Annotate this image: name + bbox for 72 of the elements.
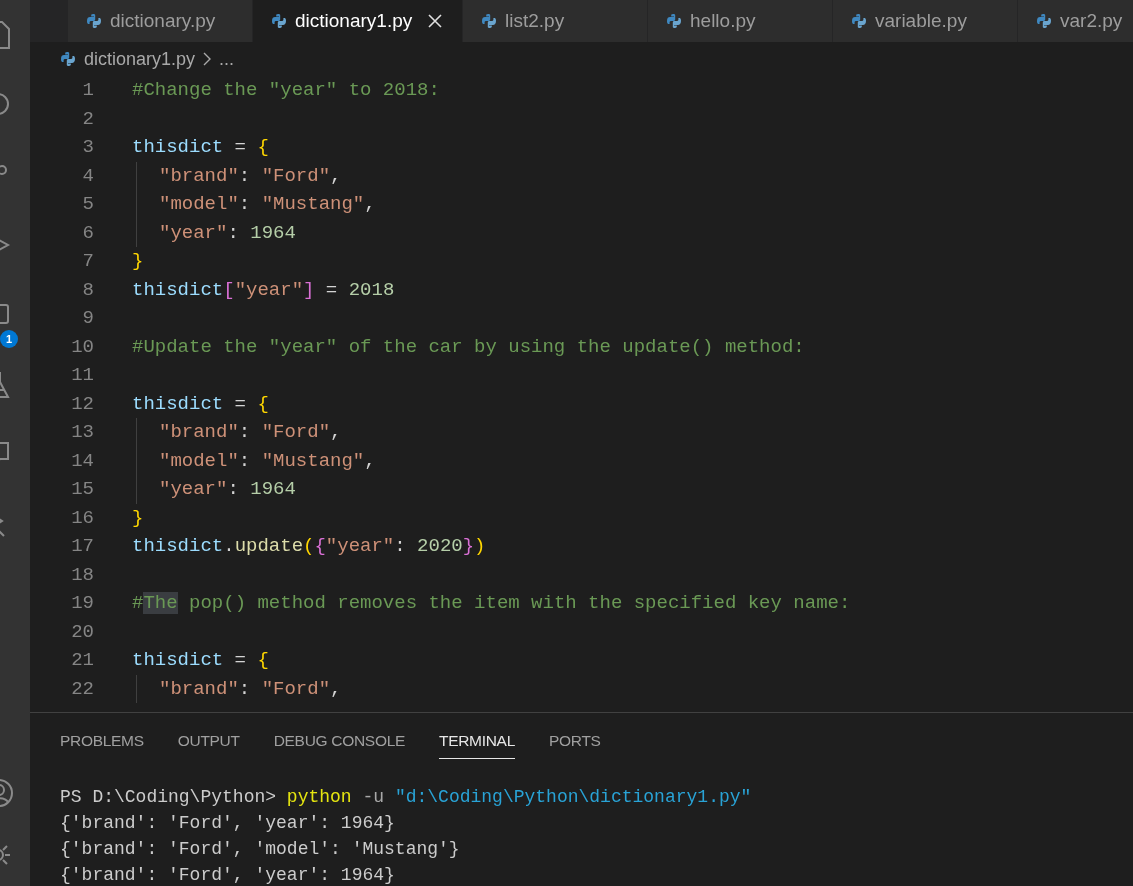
line-number: 12 xyxy=(70,391,94,417)
editor-tab[interactable]: dictionary.py xyxy=(68,0,253,42)
line-number: 10 xyxy=(70,334,94,360)
code-line: } xyxy=(132,505,144,531)
line-number: 2 xyxy=(81,106,94,132)
python-icon xyxy=(60,51,76,67)
code-line: "year": 1964 xyxy=(159,220,296,246)
panel-tab[interactable]: PORTS xyxy=(549,722,601,760)
notification-badge: 1 xyxy=(0,330,18,348)
code-line: "brand": "Ford", xyxy=(159,420,342,445)
line-number: 21 xyxy=(70,648,94,673)
python-icon xyxy=(481,13,497,29)
line-number: 18 xyxy=(70,562,94,588)
python-icon xyxy=(851,13,867,29)
python-icon xyxy=(271,13,287,29)
editor-tab[interactable]: dictionary1.py xyxy=(253,0,463,42)
editor-tab[interactable]: hello.py xyxy=(648,0,833,42)
tab-label: dictionary.py xyxy=(110,8,216,33)
line-number: 4 xyxy=(81,163,94,189)
code-line: thisdict = { xyxy=(132,391,269,417)
line-number: 17 xyxy=(70,534,94,559)
code-line: "model": "Mustang", xyxy=(159,192,376,217)
code-line: } xyxy=(132,249,144,274)
code-line: #Update the "year" of the car by using the update() method: xyxy=(132,334,805,360)
editor-tab[interactable]: list2.py xyxy=(463,0,648,42)
chevron-right-icon xyxy=(203,52,212,66)
line-number: 20 xyxy=(70,619,94,645)
line-number: 13 xyxy=(70,420,94,445)
python-icon xyxy=(1036,13,1052,29)
line-number: 1 xyxy=(81,78,94,103)
tab-label: dictionary1.py xyxy=(295,8,413,33)
line-number: 6 xyxy=(81,220,94,246)
code-line: thisdict = { xyxy=(132,648,269,673)
line-number: 3 xyxy=(81,135,94,160)
panel-tab[interactable]: DEBUG CONSOLE xyxy=(273,722,405,760)
python-icon xyxy=(666,13,682,29)
tab-label: list2.py xyxy=(505,8,565,33)
breadcrumb-more[interactable]: ... xyxy=(219,45,235,73)
code-line: thisdict = { xyxy=(132,135,269,160)
code-line: thisdict["year"] = 2018 xyxy=(132,277,395,303)
python-icon xyxy=(86,13,102,29)
tab-label: var2.py xyxy=(1060,8,1123,33)
tab-label: hello.py xyxy=(690,8,756,33)
line-number: 22 xyxy=(70,676,94,702)
panel-tab[interactable]: PROBLEMS xyxy=(60,722,144,760)
terminal-line: PS D:\Coding\Python> python -u "d:\Coding\Python\dictionary1.py" xyxy=(60,786,753,809)
code-line: "model": "Mustang", xyxy=(159,448,376,474)
code-line: #Change the "year" to 2018: xyxy=(132,78,440,103)
editor-tab[interactable]: var2.py xyxy=(1018,0,1133,42)
line-number: 11 xyxy=(70,363,94,388)
terminal-line: {'brand': 'Ford', 'year': 1964} xyxy=(60,864,396,886)
terminal-line: {'brand': 'Ford', 'year': 1964} xyxy=(60,812,396,835)
code-line: thisdict.update({"year": 2020}) xyxy=(132,534,486,559)
panel-tab[interactable]: TERMINAL xyxy=(439,722,515,760)
line-number: 15 xyxy=(70,477,94,502)
line-number: 16 xyxy=(70,505,94,531)
editor-tab[interactable]: variable.py xyxy=(833,0,1018,42)
line-number: 7 xyxy=(81,249,94,274)
code-line: "year": 1964 xyxy=(159,477,296,502)
terminal-line: {'brand': 'Ford', 'model': 'Mustang'} xyxy=(60,838,461,861)
code-line: "brand": "Ford", xyxy=(159,163,342,189)
panel-tab[interactable]: OUTPUT xyxy=(177,722,240,760)
code-line: #The pop() method removes the item with the specified key name: xyxy=(132,591,851,616)
tab-label: variable.py xyxy=(875,8,967,33)
line-number: 14 xyxy=(70,448,94,474)
breadcrumb-file[interactable]: dictionary1.py xyxy=(84,45,196,73)
line-number: 9 xyxy=(81,306,94,331)
line-number: 8 xyxy=(81,277,94,303)
close-icon[interactable] xyxy=(428,14,443,28)
line-number: 5 xyxy=(81,192,94,217)
line-number: 19 xyxy=(70,591,94,616)
code-line: "brand": "Ford", xyxy=(159,676,342,702)
